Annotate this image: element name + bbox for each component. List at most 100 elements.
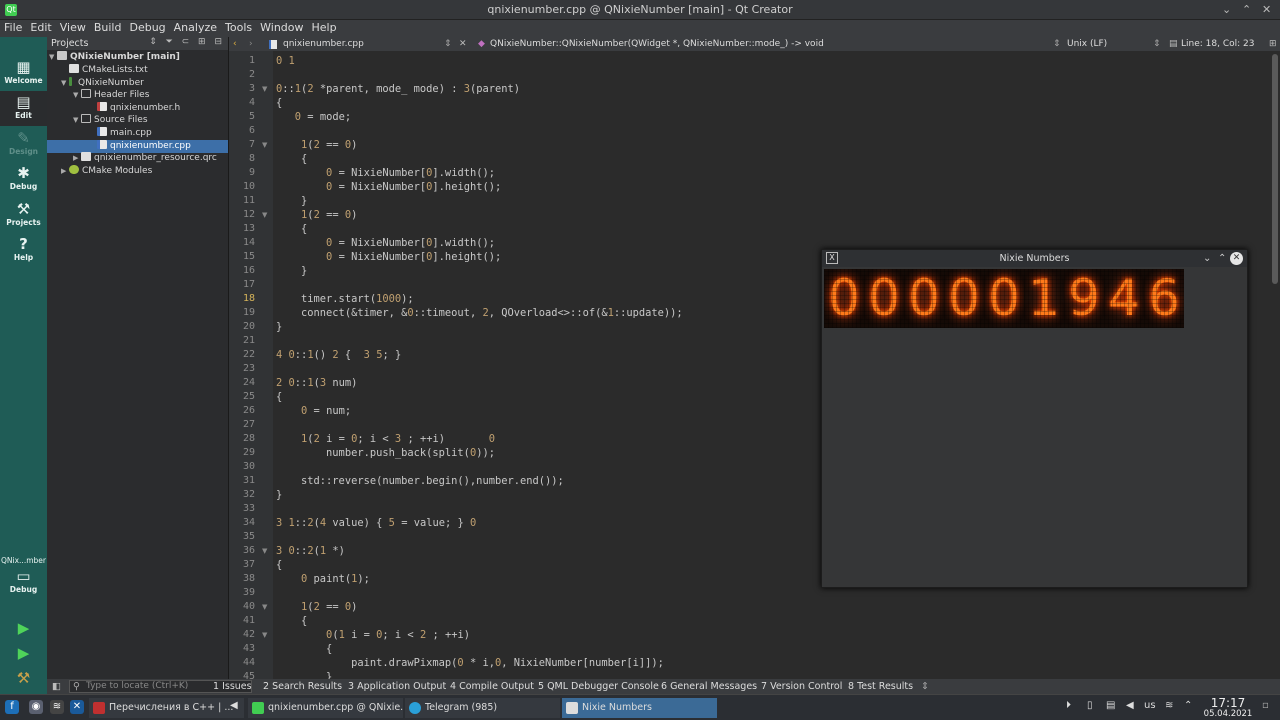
menu-build[interactable]: Build: [90, 20, 126, 34]
tab-compile-output[interactable]: 4 Compile Output: [450, 679, 534, 694]
fold-marker-icon[interactable]: ▼: [262, 631, 267, 639]
kde-connect-icon[interactable]: ▯: [1087, 700, 1093, 711]
fold-marker-icon[interactable]: ▼: [262, 211, 267, 219]
bookmark-icon[interactable]: ▤: [1169, 37, 1178, 51]
symbol-selector-chevron-icon[interactable]: ⇕: [1053, 37, 1061, 51]
mode-projects[interactable]: ⚒ Projects: [0, 198, 47, 233]
code-line[interactable]: }: [276, 321, 282, 333]
tab-qml-debugger-console[interactable]: 5 QML Debugger Console: [538, 679, 659, 694]
menu-tools[interactable]: Tools: [221, 20, 256, 34]
menu-analyze[interactable]: Analyze: [170, 20, 221, 34]
code-line[interactable]: 4 0::1() 2 { 3 5; }: [276, 349, 401, 361]
tree-item-main-cpp[interactable]: main.cpp: [47, 127, 228, 140]
line-ending-selector[interactable]: Unix (LF): [1067, 37, 1107, 51]
mode-help[interactable]: ? Help: [0, 233, 47, 268]
code-line[interactable]: 0 = NixieNumber[0].width();: [276, 237, 495, 249]
code-line[interactable]: connect(&timer, &0::timeout, 2, QOve…: [276, 307, 683, 319]
code-line[interactable]: {: [276, 391, 282, 403]
code-line[interactable]: 3 0::2(1 *): [276, 545, 345, 557]
code-line[interactable]: std::reverse(number.begin(),number.end()…: [276, 475, 564, 487]
code-line[interactable]: {: [276, 97, 282, 109]
code-line[interactable]: 0 paint(1);: [276, 573, 370, 585]
line-ending-chevron-icon[interactable]: ⇕: [1153, 37, 1161, 51]
split-editor-icon[interactable]: ⊞: [1269, 37, 1277, 51]
menu-file[interactable]: File: [0, 20, 26, 34]
tree-item-project-root[interactable]: ▼ QNixieNumber [main]: [47, 51, 228, 64]
tree-item-source-files[interactable]: ▼ Source Files: [47, 114, 228, 127]
debug-run-button[interactable]: ▶: [0, 642, 47, 664]
discord-icon[interactable]: ◉: [29, 700, 43, 714]
build-button[interactable]: ⚒: [0, 667, 47, 689]
volume-icon[interactable]: ◀: [1126, 700, 1134, 711]
code-line[interactable]: }: [276, 265, 307, 277]
vscode-icon[interactable]: ✕: [70, 700, 84, 714]
code-line[interactable]: {: [276, 223, 307, 235]
fold-marker-icon[interactable]: ▼: [262, 547, 267, 555]
tab-application-output[interactable]: 3 Application Output: [348, 679, 446, 694]
tree-item-cmake-modules[interactable]: ▶ CMake Modules: [47, 165, 228, 178]
media-play-icon[interactable]: ⏵: [1066, 700, 1071, 711]
tab-general-messages[interactable]: 6 General Messages: [661, 679, 757, 694]
code-line[interactable]: 1(2 == 0): [276, 209, 357, 221]
mode-debug[interactable]: ✱ Debug: [0, 162, 47, 197]
code-line[interactable]: 0 = num;: [276, 405, 351, 417]
close-icon[interactable]: ✕: [1230, 252, 1243, 265]
audio-playing-icon[interactable]: ◀: [230, 700, 238, 711]
code-line[interactable]: {: [276, 615, 307, 627]
clock[interactable]: 17:17 05.04.2021: [1198, 697, 1258, 719]
editor-scrollbar[interactable]: [1270, 52, 1280, 679]
code-line[interactable]: timer.start(1000);: [276, 293, 414, 305]
code-line[interactable]: 0 = NixieNumber[0].height();: [276, 251, 501, 263]
tree-item-header-files[interactable]: ▼ Header Files: [47, 89, 228, 102]
code-line[interactable]: {: [276, 559, 282, 571]
task-browser[interactable]: Перечисления в C++ | ...: [89, 698, 244, 718]
file-selector-chevron-icon[interactable]: ⇕: [444, 37, 452, 51]
code-line[interactable]: 0::1(2 *parent, mode_ mode) : 3(…: [276, 83, 520, 95]
symbol-selector[interactable]: QNixieNumber::QNixieNumber(QWidget *, QN…: [490, 37, 824, 51]
more-tabs-chevron-icon[interactable]: ⇕: [921, 679, 929, 694]
kit-target-selector[interactable]: QNix...mber ▭ Debug: [0, 556, 47, 606]
code-line[interactable]: 1(2 == 0): [276, 601, 357, 613]
task-nixie-numbers[interactable]: Nixie Numbers: [562, 698, 717, 718]
menu-edit[interactable]: Edit: [26, 20, 55, 34]
toggle-sidebar-icon[interactable]: ◧: [52, 679, 61, 694]
mode-edit[interactable]: ▤ Edit: [0, 91, 47, 126]
wifi-icon[interactable]: ≋: [1165, 700, 1173, 711]
tree-item-cmakelists[interactable]: CMakeLists.txt: [47, 64, 228, 77]
code-line[interactable]: {: [276, 643, 332, 655]
tab-version-control[interactable]: 7 Version Control: [761, 679, 842, 694]
fold-marker-icon[interactable]: ▼: [262, 85, 267, 93]
code-line[interactable]: 1(2 i = 0; i < 3 ; ++i) 0: [276, 433, 495, 445]
tree-item-resource-qrc[interactable]: ▶ qnixienumber_resource.qrc: [47, 152, 228, 165]
code-line[interactable]: 3 1::2(4 value) { 5 = value; }…: [276, 517, 476, 529]
menu-debug[interactable]: Debug: [125, 20, 169, 34]
clipboard-icon[interactable]: ▤: [1106, 700, 1115, 711]
nav-forward-icon[interactable]: ›: [249, 37, 253, 51]
sidebar-tool-icons[interactable]: ⇕ ⏷ ⊂ ⊞ ⊟: [149, 37, 225, 47]
code-line[interactable]: }: [276, 671, 332, 679]
minimize-icon[interactable]: ⌄: [1222, 3, 1231, 16]
menu-help[interactable]: Help: [308, 20, 341, 34]
code-line[interactable]: {: [276, 153, 307, 165]
run-button[interactable]: ▶: [0, 617, 47, 639]
task-qt-creator[interactable]: qnixienumber.cpp @ QNixie...: [248, 698, 403, 718]
maximize-icon[interactable]: ⌃: [1218, 250, 1226, 267]
fold-marker-icon[interactable]: ▼: [262, 603, 267, 611]
maximize-icon[interactable]: ⌃: [1242, 3, 1251, 16]
nav-back-icon[interactable]: ‹: [233, 37, 237, 51]
fold-marker-icon[interactable]: ▼: [262, 141, 267, 149]
code-line[interactable]: }: [276, 195, 307, 207]
ide-launcher-icon[interactable]: ≋: [50, 700, 64, 714]
code-line[interactable]: 0 = mode;: [276, 111, 351, 123]
code-line[interactable]: 0 1: [276, 55, 295, 67]
tab-test-results[interactable]: 8 Test Results: [848, 679, 913, 694]
code-line[interactable]: 0 = NixieNumber[0].height();: [276, 181, 501, 193]
tray-expand-icon[interactable]: ⌃: [1184, 700, 1192, 711]
mode-welcome[interactable]: ▦ Welcome: [0, 56, 47, 91]
code-line[interactable]: 2 0::1(3 num): [276, 377, 357, 389]
close-document-icon[interactable]: ✕: [459, 37, 467, 51]
scrollbar-thumb[interactable]: [1272, 54, 1278, 284]
sidebar-header-label[interactable]: Projects: [51, 38, 88, 49]
code-line[interactable]: paint.drawPixmap(0 * i,0, NixieNumber[…: [276, 657, 664, 669]
tab-search-results[interactable]: 2 Search Results: [263, 679, 342, 694]
